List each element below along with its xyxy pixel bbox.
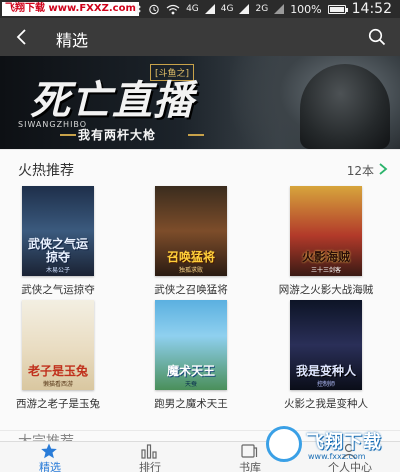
clock: 14:52 [351, 1, 392, 17]
back-arrow-icon[interactable] [12, 27, 32, 47]
star-icon [41, 443, 57, 459]
cover-author: 控制师 [316, 381, 335, 388]
cover-title: 魔术天王 [166, 364, 215, 378]
banner-pinyin: SIWANGZHIBO [18, 120, 88, 129]
book-card[interactable]: 我是变种人 控制师 火影之我是变种人 [274, 300, 378, 411]
book-title: 西游之老子是玉兔 [16, 398, 100, 410]
book-cover: 老子是玉兔 懒猫看西游 [22, 300, 94, 390]
book-title: 武侠之气运掠夺 [21, 284, 95, 296]
cover-title: 老子是玉兔 [27, 364, 88, 378]
book-cover: 魔术天王 天蚕 [155, 300, 227, 390]
book-card[interactable]: 火影海贼 三十三剑客 网游之火影大战海贼 [274, 186, 378, 297]
book-cover: 召唤猛将 独孤求败 [155, 186, 227, 276]
watermark-text: 飞翔下载 [306, 432, 382, 453]
status-bar: 飞翔下载 www.FXXZ.com 4G 4G 2G 100% 14:52 [0, 0, 400, 18]
book-title: 武侠之召唤猛将 [154, 284, 228, 296]
watermark-logo-icon [266, 426, 302, 462]
banner-title: 死亡直播 [30, 78, 194, 124]
hot-recommend-section: 火热推荐 12本 武侠之气运掠夺 木易公子 武侠之气运掠夺 召唤猛将 独孤求败 … [0, 150, 400, 430]
chevron-right-icon[interactable] [378, 163, 388, 175]
section-title: 火热推荐 [18, 163, 74, 179]
network-2g-label: 2G [255, 3, 269, 14]
book-title: 跑男之魔术天王 [154, 398, 228, 410]
book-card[interactable]: 召唤猛将 独孤求败 武侠之召唤猛将 [139, 186, 243, 297]
cover-author: 懒猫看西游 [42, 381, 73, 388]
watermark-bottom: 飞翔下载 www.fxxz.com [262, 422, 400, 472]
battery-icon [327, 4, 348, 14]
cover-author: 三十三剑客 [310, 267, 341, 274]
cover-title: 武侠之气运掠夺 [27, 237, 88, 264]
cover-author: 天蚕 [184, 381, 197, 388]
book-cover: 我是变种人 控制师 [290, 300, 362, 390]
promo-banner[interactable]: [斗鱼之] 死亡直播 SIWANGZHIBO 我有两杆大枪 [0, 56, 400, 149]
book-title: 网游之火影大战海贼 [278, 284, 374, 296]
network-4g-label: 4G [186, 3, 199, 14]
page-title: 精选 [56, 31, 89, 50]
app-header: 精选 [0, 18, 400, 56]
more-count[interactable]: 12本 [347, 162, 374, 179]
banner-soldier-image [300, 64, 390, 149]
banner-slogan: 我有两杆大枪 [78, 128, 157, 142]
watermark-top: 飞翔下载 www.FXXZ.com [2, 2, 139, 16]
status-icons: 4G 4G 2G 100% 14:52 [134, 0, 392, 18]
cover-author: 独孤求败 [178, 267, 203, 274]
signal-icon-3 [274, 4, 285, 14]
network-4g-label-2: 4G [220, 3, 234, 14]
nav-item-featured[interactable]: 精选 [0, 442, 100, 472]
book-card[interactable]: 魔术天王 天蚕 跑男之魔术天王 [139, 300, 243, 411]
nav-item-ranking[interactable]: 排行 [100, 442, 200, 472]
cover-title: 召唤猛将 [166, 250, 215, 264]
signal-icon [204, 4, 215, 14]
book-card[interactable]: 武侠之气运掠夺 木易公子 武侠之气运掠夺 [6, 186, 110, 297]
book-cover: 武侠之气运掠夺 木易公子 [22, 186, 94, 276]
watermark-url: www.fxxz.com [308, 452, 366, 461]
wifi-icon [166, 4, 180, 14]
signal-icon-2 [239, 4, 250, 14]
book-card[interactable]: 老子是玉兔 懒猫看西游 西游之老子是玉兔 [6, 300, 110, 411]
nav-label-featured: 精选 [39, 461, 61, 472]
bluetooth-icon [134, 3, 141, 15]
battery-percent: 100% [290, 2, 322, 16]
nav-label-ranking: 排行 [139, 461, 161, 472]
banner-divider-right [188, 134, 204, 136]
book-cover: 火影海贼 三十三剑客 [290, 186, 362, 276]
book-icon [241, 444, 258, 458]
alarm-icon [149, 4, 159, 15]
search-icon[interactable] [368, 28, 386, 46]
banner-divider-left [60, 134, 76, 136]
cover-author: 木易公子 [45, 267, 70, 274]
cover-title: 我是变种人 [295, 364, 356, 378]
bar-chart-icon [141, 444, 157, 459]
book-title: 火影之我是变种人 [284, 398, 368, 410]
cover-title: 火影海贼 [301, 250, 350, 264]
